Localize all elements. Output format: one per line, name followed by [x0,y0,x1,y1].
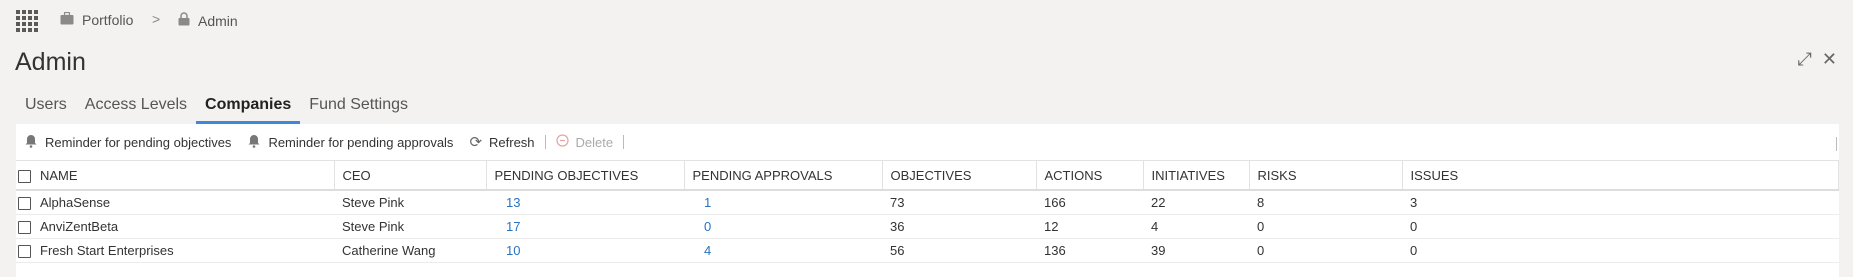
toolbar-divider [544,135,546,149]
pending-approvals-link[interactable]: 1 [684,190,882,215]
column-header-pending-objectives[interactable]: PENDING OBJECTIVES [486,161,685,191]
pending-approvals-link[interactable]: 0 [684,214,882,239]
issues-count: 0 [1402,214,1839,239]
tab-access-levels[interactable]: Access Levels [76,90,196,124]
table-row[interactable]: Fresh Start Enterprises Catherine Wang 1… [16,238,1839,263]
table-row[interactable]: AnviZentBeta Steve Pink 17 0 36 12 4 0 0 [16,214,1839,239]
briefcase-icon [60,11,74,28]
company-ceo: Steve Pink [334,190,486,215]
tab-bar: Users Access Levels Companies Fund Setti… [16,90,1839,125]
row-select-cell [16,238,32,263]
toolbar-divider [1836,137,1837,151]
reminder-approvals-button[interactable]: Reminder for pending approvals [239,134,461,151]
row-select-cell [16,190,32,215]
row-checkbox[interactable] [18,245,31,259]
pending-objectives-link[interactable]: 10 [486,238,684,263]
bell-icon [24,134,38,151]
window-controls: ⤢ ✕ [1798,50,1838,68]
initiatives-count: 22 [1143,190,1249,215]
select-all-cell [16,161,32,191]
refresh-button[interactable]: ⟳ Refresh [461,133,542,151]
tab-companies[interactable]: Companies [196,90,301,124]
companies-panel: Reminder for pending objectives Reminder… [16,124,1839,277]
breadcrumb-separator: > [152,11,161,27]
company-name[interactable]: Fresh Start Enterprises [32,238,334,263]
lock-icon [178,12,190,29]
objectives-count: 56 [882,238,1036,263]
issues-count: 3 [1402,190,1839,215]
breadcrumb-label: Admin [198,12,238,29]
close-icon[interactable]: ✕ [1822,50,1837,68]
initiatives-count: 39 [1143,238,1249,263]
select-all-checkbox[interactable] [18,169,31,183]
table-header-row: NAME CEO PENDING OBJECTIVES PENDING APPR… [16,161,1839,191]
column-header-ceo[interactable]: CEO [334,161,487,191]
toolbar-divider [623,135,625,149]
objectives-count: 36 [882,214,1036,239]
row-select-cell [16,214,32,239]
toolbar: Reminder for pending objectives Reminder… [16,124,1839,161]
actions-count: 12 [1036,214,1143,239]
company-ceo: Catherine Wang [334,238,486,263]
risks-count: 0 [1249,214,1402,239]
column-header-name[interactable]: NAME [32,161,335,191]
company-ceo: Steve Pink [334,214,486,239]
breadcrumb-label: Portfolio [82,12,134,28]
row-checkbox[interactable] [18,197,31,211]
delete-button[interactable]: Delete [548,134,622,150]
table-row[interactable]: AlphaSense Steve Pink 13 1 73 166 22 8 3 [16,190,1839,215]
tab-users[interactable]: Users [16,90,76,124]
column-header-pending-approvals[interactable]: PENDING APPROVALS [684,161,883,191]
bell-icon [247,134,261,151]
reminder-objectives-button[interactable]: Reminder for pending objectives [16,134,239,151]
risks-count: 8 [1249,190,1402,215]
page-title: Admin [15,48,86,76]
column-header-objectives[interactable]: OBJECTIVES [882,161,1037,191]
top-bar: Portfolio > Admin [0,0,1853,42]
pending-objectives-link[interactable]: 17 [486,214,684,239]
initiatives-count: 4 [1143,214,1249,239]
reminder-approvals-label: Reminder for pending approvals [268,134,454,150]
pending-objectives-link[interactable]: 13 [486,190,684,215]
company-name[interactable]: AnviZentBeta [32,214,334,239]
objectives-count: 73 [882,190,1036,215]
delete-label: Delete [575,134,614,150]
companies-table: NAME CEO PENDING OBJECTIVES PENDING APPR… [16,161,1839,263]
column-header-issues[interactable]: ISSUES [1402,161,1839,191]
risks-count: 0 [1249,238,1402,263]
row-checkbox[interactable] [18,221,31,235]
breadcrumb-admin[interactable]: Admin [178,12,238,29]
column-header-risks[interactable]: RISKS [1249,161,1403,191]
app-grid-icon[interactable] [16,10,38,32]
column-header-initiatives[interactable]: INITIATIVES [1143,161,1250,191]
column-header-actions[interactable]: ACTIONS [1036,161,1144,191]
issues-count: 0 [1402,238,1839,263]
actions-count: 136 [1036,238,1143,263]
pending-approvals-link[interactable]: 4 [684,238,882,263]
actions-count: 166 [1036,190,1143,215]
expand-icon[interactable]: ⤢ [1798,50,1812,68]
reminder-objectives-label: Reminder for pending objectives [45,134,232,150]
tab-fund-settings[interactable]: Fund Settings [300,90,417,124]
company-name[interactable]: AlphaSense [32,190,334,215]
refresh-icon: ⟳ [469,134,483,151]
breadcrumb-portfolio[interactable]: Portfolio [60,11,134,28]
delete-circle-icon [555,134,569,150]
refresh-label: Refresh [489,134,535,150]
